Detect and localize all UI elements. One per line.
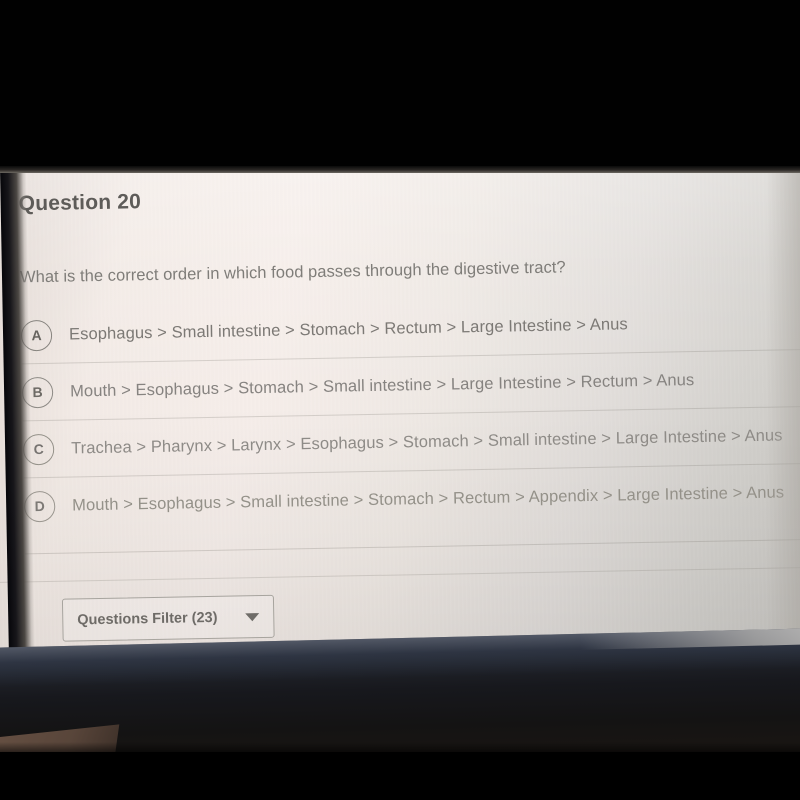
option-label-b: Mouth > Esophagus > Stomach > Small inte… bbox=[69, 370, 695, 400]
answer-options-list: A Esophagus > Small intestine > Stomach … bbox=[20, 293, 800, 535]
option-letter-badge-b: B bbox=[21, 376, 54, 408]
option-letter-badge-c: C bbox=[22, 433, 55, 465]
option-label-c: Trachea > Pharynx > Larynx > Esophagus >… bbox=[70, 425, 783, 457]
photographed-laptop-screen: Question 20 What is the correct order in… bbox=[0, 0, 800, 800]
question-prompt: What is the correct order in which food … bbox=[19, 258, 566, 287]
questions-filter-label: Questions Filter (23) bbox=[77, 609, 218, 628]
photo-top-black-band bbox=[0, 0, 800, 172]
option-label-d: Mouth > Esophagus > Small intestine > St… bbox=[72, 482, 785, 514]
option-letter-badge-a: A bbox=[20, 319, 53, 351]
divider-below-options bbox=[25, 538, 800, 555]
page-title: Question 20 bbox=[18, 190, 142, 216]
screen-top-bezel-edge bbox=[0, 166, 800, 173]
option-letter-badge-d: D bbox=[23, 490, 56, 522]
chevron-down-icon bbox=[245, 612, 260, 621]
quiz-content-area: Question 20 What is the correct order in… bbox=[0, 153, 800, 668]
questions-filter-dropdown[interactable]: Questions Filter (23) bbox=[61, 594, 275, 642]
laptop-screen-surface: Question 20 What is the correct order in… bbox=[0, 152, 800, 668]
option-label-a: Esophagus > Small intestine > Stomach > … bbox=[68, 314, 628, 344]
photo-bottom-black-band bbox=[0, 752, 800, 800]
divider-above-filter bbox=[0, 566, 800, 583]
